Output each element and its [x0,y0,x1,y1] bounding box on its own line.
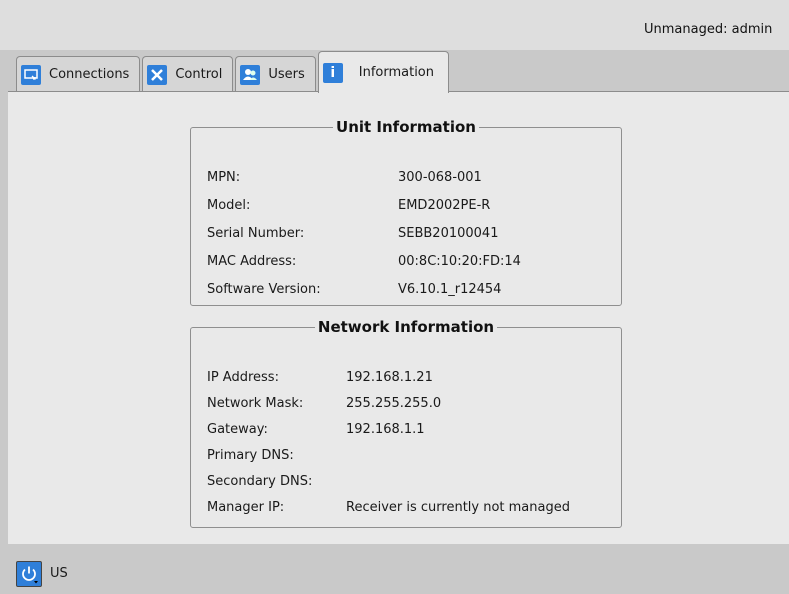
bottom-bar: US [0,544,789,594]
field-value: SEBB20100041 [398,226,499,241]
field-value: EMD2002PE-R [398,198,491,213]
field-label: Manager IP: [207,500,285,515]
info-icon: i [322,62,343,83]
field-label: Secondary DNS: [207,474,313,489]
power-icon [22,566,38,584]
keyboard-locale: US [50,566,68,581]
field-value: 255.255.255.0 [346,396,442,411]
tab-information[interactable]: i Information [317,51,450,93]
field-label: IP Address: [207,370,279,385]
tab-connections[interactable]: Connections [16,56,141,92]
tab-label: Information [358,65,435,80]
tab-label: Users [268,67,305,82]
unit-information-group: Unit Information MPN: 300-068-001 Model:… [190,118,622,306]
group-title: Network Information [317,318,495,336]
field-value: 300-068-001 [398,170,482,185]
tab-label: Connections [49,67,130,82]
field-label: Network Mask: [207,396,304,411]
tab-label: Control [175,67,223,82]
field-label: Gateway: [207,422,268,437]
group-title: Unit Information [336,118,476,136]
user-status: Unmanaged: admin [644,22,773,37]
tab-users[interactable]: Users [235,56,316,92]
field-value: V6.10.1_r12454 [398,282,502,297]
field-label: Software Version: [207,282,321,297]
field-value: 00:8C:10:20:FD:14 [398,254,521,269]
information-panel: Unit Information MPN: 300-068-001 Model:… [8,91,789,544]
network-information-group: Network Information IP Address: 192.168.… [190,318,622,528]
monitor-icon [21,64,41,85]
field-value: 192.168.1.21 [346,370,433,385]
field-value: 192.168.1.1 [346,422,425,437]
users-icon [240,64,261,85]
tab-control[interactable]: Control [142,56,234,92]
field-label: MAC Address: [207,254,297,269]
tab-bar: Connections Control Users i Information [16,50,451,93]
top-bar: Unmanaged: admin [0,0,789,50]
field-label: Model: [207,198,251,213]
tools-icon [147,64,168,85]
field-label: Serial Number: [207,226,305,241]
field-label: Primary DNS: [207,448,294,463]
field-value: Receiver is currently not managed [346,500,570,515]
field-label: MPN: [207,170,241,185]
power-menu-button[interactable] [16,561,42,587]
